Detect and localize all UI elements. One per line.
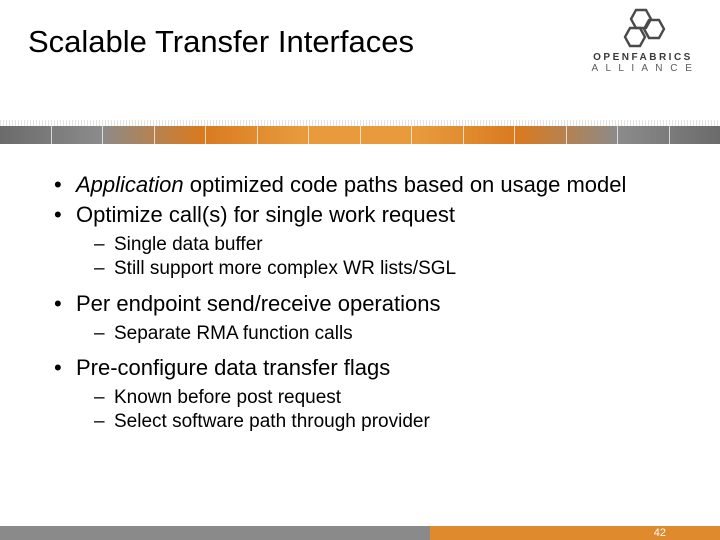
- list-item: Application optimized code paths based o…: [52, 172, 668, 198]
- hex-cluster-icon: [616, 8, 670, 50]
- divider-dashes: [0, 120, 720, 126]
- brand-logo: OPENFABRICS A L L I A N C E: [578, 8, 708, 74]
- slide-body: Application optimized code paths based o…: [0, 144, 720, 434]
- sub-list: Separate RMA function calls: [76, 323, 668, 345]
- page-number: 42: [654, 527, 666, 539]
- slide: Scalable Transfer Interfaces OPENFABRICS…: [0, 0, 720, 540]
- sub-list: Known before post request Select softwar…: [76, 387, 668, 434]
- list-item: Optimize call(s) for single work request…: [52, 202, 668, 281]
- list-item: Separate RMA function calls: [94, 323, 668, 345]
- bullet-list: Application optimized code paths based o…: [52, 172, 668, 434]
- sub-list: Single data buffer Still support more co…: [76, 234, 668, 281]
- list-item: Per endpoint send/receive operations Sep…: [52, 291, 668, 345]
- footer-bar: [0, 526, 720, 540]
- list-item: Still support more complex WR lists/SGL: [94, 258, 668, 280]
- logo-text: OPENFABRICS A L L I A N C E: [578, 52, 708, 74]
- list-item: Pre-configure data transfer flags Known …: [52, 355, 668, 434]
- list-item: Known before post request: [94, 387, 668, 409]
- divider-band: [0, 126, 720, 144]
- list-item: Single data buffer: [94, 234, 668, 256]
- list-item: Select software path through provider: [94, 411, 668, 433]
- slide-header: Scalable Transfer Interfaces OPENFABRICS…: [0, 0, 720, 118]
- emphasis: Application: [76, 172, 184, 197]
